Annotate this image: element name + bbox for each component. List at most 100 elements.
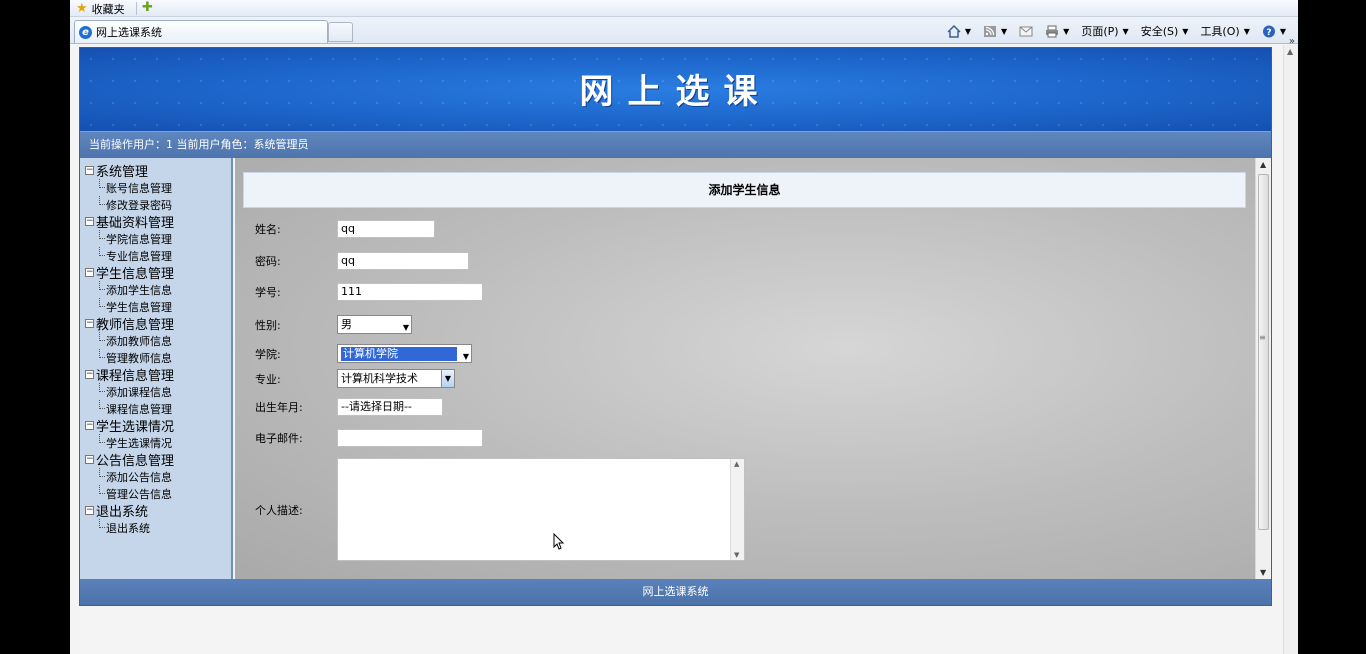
safety-menu[interactable]: 安全(S) ▼ xyxy=(1141,23,1189,39)
collapse-icon[interactable]: − xyxy=(85,370,94,379)
scroll-down-icon[interactable]: ▼ xyxy=(1260,568,1266,577)
new-tab-button[interactable] xyxy=(328,22,353,42)
printer-icon xyxy=(1046,25,1059,37)
user-status-bar: 当前操作用户：1 当前用户角色：系统管理员 xyxy=(80,131,1271,158)
sidebar-item[interactable]: 修改登录密码 xyxy=(80,196,172,213)
collapse-icon[interactable]: − xyxy=(85,217,94,226)
scroll-up-icon[interactable]: ▲ xyxy=(1260,160,1266,169)
sidebar-group-label: 系统管理 xyxy=(96,165,149,180)
sidebar-item[interactable]: 学生选课情况 xyxy=(80,434,172,451)
sidebar-group-label: 公告信息管理 xyxy=(96,454,175,469)
sidebar-group[interactable]: − 教师信息管理 xyxy=(80,315,174,333)
collapse-icon[interactable]: − xyxy=(85,421,94,430)
home-button[interactable]: ▼ xyxy=(947,24,971,38)
tree-branch xyxy=(99,468,105,477)
collapse-icon[interactable]: − xyxy=(85,166,94,175)
print-button[interactable]: ▼ xyxy=(1045,25,1069,38)
chevron-down-icon: ▼ xyxy=(402,323,409,332)
major-label: 专业: xyxy=(255,372,281,386)
sidebar-item[interactable]: 添加课程信息 xyxy=(80,383,172,400)
divider xyxy=(136,2,137,15)
scroll-up-icon[interactable]: ▲ xyxy=(1287,47,1293,56)
college-select[interactable]: 计算机学院 ▼ xyxy=(337,344,472,363)
sidebar-item[interactable]: 添加学生信息 xyxy=(80,281,172,298)
star-icon: ★ xyxy=(76,1,88,16)
chevron-down-icon: ▼ xyxy=(1182,26,1189,36)
rss-icon xyxy=(984,25,997,37)
sidebar-item[interactable]: 添加教师信息 xyxy=(80,332,172,349)
sidebar-item-label: 添加课程信息 xyxy=(106,385,172,399)
sidebar-item[interactable]: 退出系统 xyxy=(80,519,150,536)
sidebar-group[interactable]: − 公告信息管理 xyxy=(80,451,175,469)
favorites-bar: ★ 收藏夹 ✚ xyxy=(70,0,1298,17)
description-textarea[interactable]: ▲ ▼ xyxy=(337,458,745,561)
tools-menu[interactable]: 工具(O) ▼ xyxy=(1200,23,1249,39)
collapse-icon[interactable]: − xyxy=(85,268,94,277)
feeds-button[interactable]: ▼ xyxy=(983,25,1007,38)
sidebar-group[interactable]: − 学生选课情况 xyxy=(80,417,174,435)
collapse-icon[interactable]: − xyxy=(85,455,94,464)
footer-bar: 网上选课系统 xyxy=(80,579,1271,605)
collapse-icon[interactable]: − xyxy=(85,506,94,515)
birth-date-input[interactable]: --请选择日期-- xyxy=(337,398,443,416)
sidebar-group[interactable]: − 系统管理 xyxy=(80,162,149,180)
sidebar-item[interactable]: 账号信息管理 xyxy=(80,179,172,196)
sidebar-item-label: 专业信息管理 xyxy=(106,249,172,263)
sidebar-group-label: 课程信息管理 xyxy=(96,369,175,384)
browser-tab[interactable]: e 网上选课系统 xyxy=(74,20,328,43)
textarea-scrollbar[interactable]: ▲ ▼ xyxy=(730,459,744,560)
scroll-down-icon[interactable]: ▼ xyxy=(734,551,739,559)
sidebar-item-label: 账号信息管理 xyxy=(106,181,172,195)
college-label: 学院: xyxy=(255,347,281,361)
tree-branch xyxy=(99,298,105,307)
name-input[interactable]: qq xyxy=(337,220,435,238)
mail-button[interactable] xyxy=(1019,25,1033,38)
tree-branch xyxy=(99,196,105,205)
sidebar-item-label: 添加公告信息 xyxy=(106,470,172,484)
sidebar-item[interactable]: 管理教师信息 xyxy=(80,349,172,366)
sidebar-item[interactable]: 课程信息管理 xyxy=(80,400,172,417)
chevron-down-icon: ▼ xyxy=(462,352,469,361)
scroll-thumb[interactable] xyxy=(1258,174,1269,530)
sidebar-item-label: 管理公告信息 xyxy=(106,487,172,501)
name-label: 姓名: xyxy=(255,223,281,236)
scroll-up-icon[interactable]: ▲ xyxy=(734,460,739,468)
student-no-label: 学号: xyxy=(255,286,281,299)
description-label: 个人描述: xyxy=(255,503,303,517)
sidebar-item[interactable]: 学院信息管理 xyxy=(80,230,172,247)
sidebar-item[interactable]: 学生信息管理 xyxy=(80,298,172,315)
tab-title: 网上选课系统 xyxy=(96,26,162,39)
sidebar-item[interactable]: 专业信息管理 xyxy=(80,247,172,264)
sidebar-item[interactable]: 管理公告信息 xyxy=(80,485,172,502)
tree-branch xyxy=(99,485,105,494)
collapse-icon[interactable]: − xyxy=(85,319,94,328)
sidebar-item[interactable]: 添加公告信息 xyxy=(80,468,172,485)
birth-row: 出生年月: --请选择日期-- xyxy=(255,398,443,416)
sidebar-group[interactable]: − 学生信息管理 xyxy=(80,264,175,282)
page-menu-label: 页面(P) xyxy=(1081,25,1119,38)
college-row: 学院: 计算机学院 ▼ xyxy=(255,344,472,363)
page-scrollbar[interactable]: ▲ xyxy=(1283,45,1298,654)
sidebar-group[interactable]: − 基础资料管理 xyxy=(80,213,174,231)
sidebar-group[interactable]: − 退出系统 xyxy=(80,502,148,520)
content-scrollbar[interactable]: ▲ ≡ ▼ xyxy=(1255,158,1271,579)
chevron-down-icon[interactable]: ▼ xyxy=(441,370,454,387)
tree-branch xyxy=(99,332,105,341)
header-banner: 网上选课 xyxy=(80,48,1271,131)
sidebar-group-label: 学生信息管理 xyxy=(96,267,175,282)
sidebar-item-label: 课程信息管理 xyxy=(106,402,172,416)
mail-icon xyxy=(1019,26,1033,36)
student-no-input[interactable]: 111 xyxy=(337,283,483,301)
add-favorite-icon[interactable]: ✚ xyxy=(142,0,153,15)
password-input[interactable]: qq xyxy=(337,252,469,270)
sidebar-group[interactable]: − 课程信息管理 xyxy=(80,366,175,384)
page-menu[interactable]: 页面(P) ▼ xyxy=(1081,23,1128,39)
gender-select[interactable]: 男 ▼ xyxy=(337,315,412,334)
password-row: 密码: qq xyxy=(255,252,469,270)
app-frame: 网上选课 当前操作用户：1 当前用户角色：系统管理员 − 系统管理 账号信息管理 修改… xyxy=(79,47,1272,606)
major-select[interactable]: 计算机科学技术 ▼ xyxy=(337,369,455,388)
favorites-button[interactable]: ★ 收藏夹 xyxy=(76,1,125,16)
help-menu[interactable]: ? ▼ xyxy=(1262,25,1286,38)
email-input[interactable] xyxy=(337,429,483,447)
sidebar-item-label: 退出系统 xyxy=(106,521,150,535)
